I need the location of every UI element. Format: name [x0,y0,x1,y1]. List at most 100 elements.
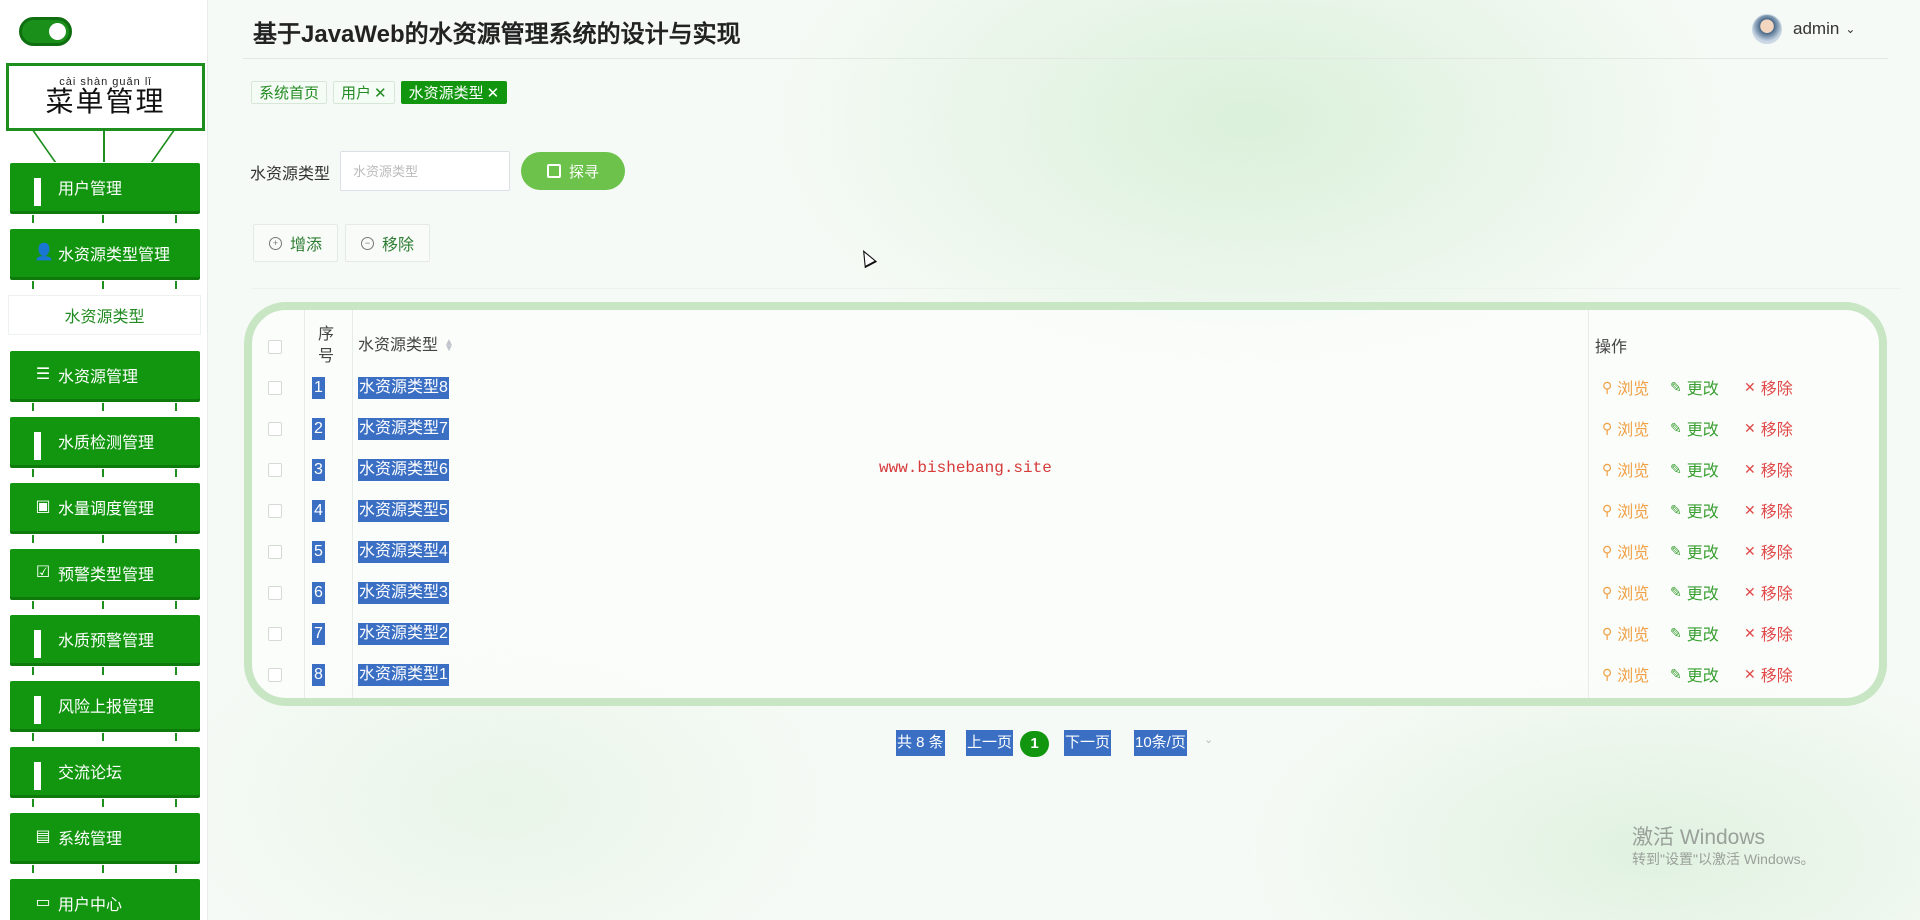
delete-button[interactable]: ✕ 移除 [1744,580,1793,604]
mouse-cursor-icon [856,246,878,269]
menu-connector-tick [102,281,104,289]
menu-connector-tick [175,469,177,477]
wallet-icon: ▣ [35,498,51,515]
edit-button[interactable]: ✎ 更改 [1670,457,1719,481]
connector-left [31,130,57,162]
row-checkbox[interactable] [268,586,282,600]
sidebar-item-label: 水资源类型管理 [58,247,171,264]
delete-button[interactable]: ✕ 移除 [1744,621,1793,645]
sidebar-item-10[interactable]: ▭ 用户中心 [10,879,200,920]
edit-icon: ✎ [1670,665,1682,682]
row-checkbox[interactable] [268,627,282,641]
edit-button[interactable]: ✎ 更改 [1670,416,1719,440]
search-button[interactable]: 探寻 [521,152,625,190]
sidebar-item-5[interactable]: ☑ 预警类型管理 [10,549,200,597]
menu-connector-tick [102,601,104,609]
view-button[interactable]: ⚲ 浏览 [1602,662,1649,686]
sidebar-item-label: 水质检测管理 [58,435,155,452]
row-checkbox[interactable] [268,545,282,559]
search-input[interactable] [340,151,510,191]
sidebar-item-0[interactable]: 用户管理 [10,163,200,211]
menu-connector-tick [102,215,104,223]
grid-icon [34,432,52,460]
edit-button[interactable]: ✎ 更改 [1670,621,1719,645]
menu-connector-tick [175,215,177,223]
user-menu[interactable]: admin ⌄ [1752,14,1855,44]
connector-mid [103,130,105,162]
view-button[interactable]: ⚲ 浏览 [1602,457,1649,481]
delete-button[interactable]: ✕ 移除 [1744,375,1793,399]
row-checkbox[interactable] [268,668,282,682]
sidebar-toggle[interactable] [19,17,72,46]
row-checkbox[interactable] [268,422,282,436]
menu-title: 菜单管理 [45,87,166,118]
edit-button[interactable]: ✎ 更改 [1670,662,1719,686]
header-actions: 操作 [1595,339,1628,356]
close-icon[interactable]: ✕ [487,84,500,102]
menu-connector-tick [175,799,177,807]
close-icon: ✕ [1744,378,1756,395]
row-index: 1 [312,377,325,399]
close-icon: ✕ [1744,583,1756,600]
sidebar-item-8[interactable]: 交流论坛 [10,747,200,795]
sidebar-item-9[interactable]: ▤ 系统管理 [10,813,200,861]
sidebar-item-1[interactable]: 👤 水资源类型管理 [10,229,200,277]
menu-connector-tick [32,281,34,289]
tab-user[interactable]: 用户 ✕ [333,81,395,104]
edit-button[interactable]: ✎ 更改 [1670,580,1719,604]
tab-water-type[interactable]: 水资源类型 ✕ [400,81,508,104]
clipboard-check-icon: ☑ [35,564,51,581]
close-icon[interactable]: ✕ [374,84,387,102]
edit-button[interactable]: ✎ 更改 [1670,539,1719,563]
view-button-label: 浏览 [1617,463,1650,480]
view-button[interactable]: ⚲ 浏览 [1602,621,1649,645]
delete-button[interactable]: ✕ 移除 [1744,539,1793,563]
sidebar-item-3[interactable]: 水质检测管理 [10,417,200,465]
delete-button[interactable]: ✕ 移除 [1744,457,1793,481]
add-button[interactable]: + 增添 [253,224,339,262]
sidebar-item-2[interactable]: ☰ 水资源管理 [10,351,200,399]
sidebar-item-4[interactable]: ▣ 水量调度管理 [10,483,200,531]
tab-home[interactable]: 系统首页 [251,81,328,104]
view-button[interactable]: ⚲ 浏览 [1602,375,1649,399]
pagination-total: 共 8 条 [896,730,945,756]
delete-button-label: 移除 [1760,668,1793,685]
sidebar-item-6[interactable]: 水质预警管理 [10,615,200,663]
view-button[interactable]: ⚲ 浏览 [1602,416,1649,440]
view-button-label: 浏览 [1617,422,1650,439]
row-checkbox[interactable] [268,504,282,518]
submenu-item-water-type[interactable]: 水资源类型 [8,295,201,335]
delete-button[interactable]: ✕ 移除 [1744,498,1793,522]
sort-icon[interactable]: ▲ ▼ [444,337,454,353]
edit-button[interactable]: ✎ 更改 [1670,498,1719,522]
toolbar-divider [251,288,1901,289]
chevron-down-icon[interactable]: ⌄ [1204,733,1213,746]
search-icon: ⚲ [1602,624,1613,641]
pagination-next[interactable]: 下一页 [1064,730,1112,756]
grid-icon [34,178,52,206]
delete-button[interactable]: ✕ 移除 [1744,416,1793,440]
sidebar-item-7[interactable]: 风险上报管理 [10,681,200,729]
delete-button-label: 移除 [1760,422,1793,439]
row-checkbox[interactable] [268,463,282,477]
menu-connector-tick [32,865,34,873]
menu-connector-tick [175,733,177,741]
edit-button[interactable]: ✎ 更改 [1670,375,1719,399]
row-type: 水资源类型2 [358,623,449,645]
pagination-prev[interactable]: 上一页 [966,730,1014,756]
view-button[interactable]: ⚲ 浏览 [1602,539,1649,563]
view-button[interactable]: ⚲ 浏览 [1602,498,1649,522]
select-all-checkbox[interactable] [268,340,282,354]
edit-button-label: 更改 [1686,422,1719,439]
view-button[interactable]: ⚲ 浏览 [1602,580,1649,604]
page-size-select[interactable]: 10条/页 [1134,730,1187,756]
row-checkbox[interactable] [268,381,282,395]
search-icon: ⚲ [1602,665,1613,682]
header-type[interactable]: 水资源类型 ▲ ▼ [358,331,454,355]
delete-button[interactable]: ✕ 移除 [1744,662,1793,686]
search-icon: ⚲ [1602,460,1613,477]
edit-button-label: 更改 [1686,545,1719,562]
remove-button[interactable]: − 移除 [345,224,431,262]
sidebar-item-label: 预警类型管理 [58,567,155,584]
pagination-current[interactable]: 1 [1020,731,1049,757]
